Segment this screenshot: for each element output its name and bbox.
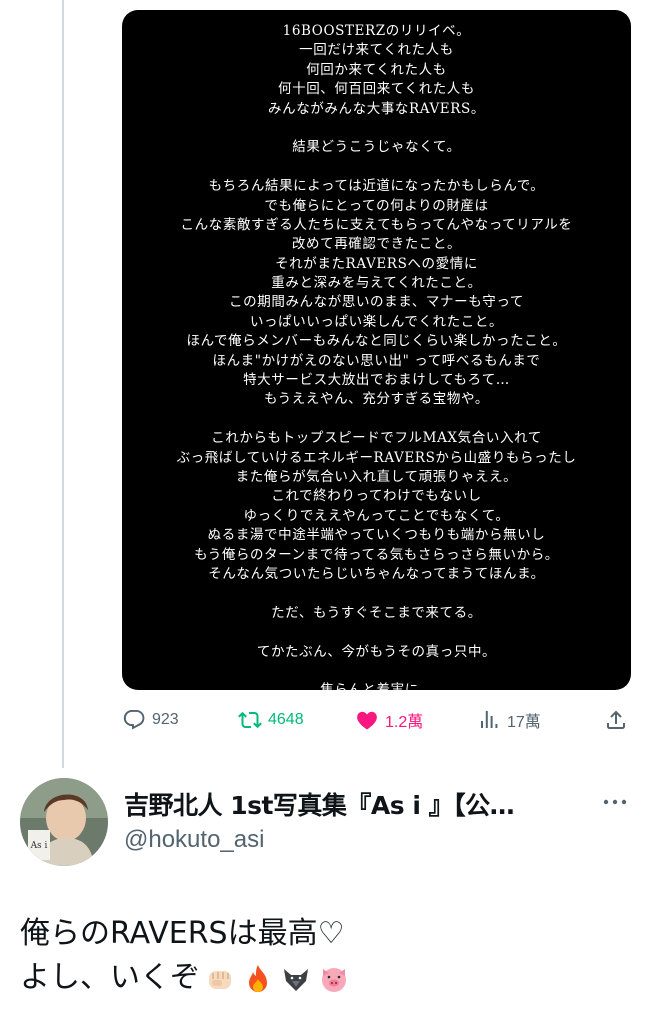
image-text-line: もう俺らのターンまで待ってる気もさらっさら無いから。 (194, 546, 559, 563)
image-text-line: 結果どうこうじゃなくて。 (292, 139, 461, 156)
reply-count: 923 (152, 711, 179, 728)
image-text-line: ほんま"かけがえのない思い出" って呼べるもんまで (212, 352, 541, 369)
retweet-button[interactable]: 4648 (238, 706, 304, 734)
image-text-line: でも俺らにとっての何よりの財産は (264, 197, 489, 214)
tweet-text: 俺らのRAVERSは最高♡ よし、いくぞ (20, 912, 630, 1000)
image-text-line: もちろん結果によっては近道になったかもしらんで。 (208, 178, 545, 195)
image-text-line: 何十回、何百回来てくれた人も (278, 81, 475, 98)
image-text-line: これからもトップスピードでフルMAX気合い入れて (211, 430, 542, 447)
user-handle[interactable]: @hokuto_asi (124, 826, 264, 854)
tweet-line-2-text: よし、いくぞ (20, 960, 200, 995)
image-text-line: この期間みんなが思いのまま、マナーも守って (229, 294, 524, 311)
emoji-row (204, 963, 350, 995)
image-text-line: 何回か来てくれた人も (306, 61, 447, 78)
image-text-line: てかたぶん、今がもうその真っ只中。 (256, 643, 497, 660)
like-button[interactable]: 1.2萬 (355, 706, 423, 734)
wolf-emoji (284, 968, 308, 991)
tweet-line-1: 俺らのRAVERSは最高♡ (20, 916, 345, 951)
image-text-line: ただ、もうすぐそこまで来てる。 (271, 604, 482, 621)
share-button[interactable] (604, 706, 628, 734)
like-count: 1.2萬 (385, 714, 424, 731)
image-text-gap (122, 623, 631, 642)
image-text-line: ぶっ飛ばしていけるエネルギーRAVERSから山盛りもらったし (176, 449, 577, 466)
image-text-gap (122, 119, 631, 138)
fire-emoji (249, 964, 267, 992)
image-text-line: いっぱいいっぱい楽しんでくれたこと。 (249, 313, 504, 330)
image-text: 16BOOSTERZのリリイベ。 一回だけ来てくれた人も 何回か来てくれた人も何十回… (122, 22, 631, 690)
image-text-gap (122, 410, 631, 429)
image-text-line: ほんで俺らメンバーもみんなと同じくらい楽しかったこと。 (186, 333, 567, 350)
retweet-count: 4648 (268, 711, 304, 728)
more-icon[interactable] (600, 790, 630, 814)
image-text-line: もうええやん、充分すぎる宝物や。 (263, 391, 490, 408)
image-text-line: 重みと深みを与えてくれたこと。 (271, 275, 482, 292)
image-text-line: 改めて再確認できたこと。 (291, 236, 462, 253)
avatar-photo: As i (20, 778, 108, 866)
pig-emoji (322, 967, 346, 992)
display-name[interactable]: 吉野北人 1st写真集『As i 』【公… (124, 786, 594, 822)
image-text-line: そんなん気ついたらじいちゃんなってまうてほんま。 (208, 565, 545, 582)
reply-button[interactable]: 923 (122, 706, 179, 734)
image-text-line: 特大サービス大放出でおまけしてもろて… (243, 372, 510, 389)
image-text-line: 一回だけ来てくれた人も (299, 42, 454, 59)
view-count: 17萬 (507, 714, 541, 731)
retweet-icon (238, 711, 262, 729)
avatar[interactable]: As i (20, 778, 108, 866)
views-icon (481, 711, 498, 728)
image-text-line: 焦らんと着実に。 (122, 681, 631, 690)
image-text-line: 16BOOSTERZのリリイベ。 (282, 23, 471, 39)
tweet-image[interactable]: 16BOOSTERZのリリイベ。 一回だけ来てくれた人も 何回か来てくれた人も何十回… (122, 10, 631, 690)
views-button[interactable]: 17萬 (477, 706, 541, 734)
image-text-gap (122, 584, 631, 603)
reply-icon (123, 710, 145, 730)
image-text-line: みんながみんな大事なRAVERS。 (268, 100, 485, 117)
image-text-line: ぬるま湯で中途半端やっていくつもりも端から無いし (207, 527, 546, 544)
image-text-line: ゆっくりでええやんってことでもなくて。 (243, 507, 510, 524)
image-text-line: これで終わりってわけでもないし (271, 488, 482, 505)
action-bar: 923 4648 1.2萬 17萬 (122, 706, 632, 734)
share-icon (607, 710, 625, 729)
image-text-line: こんな素敵すぎる人たちに支えてもらってんやなってリアルを (180, 216, 573, 233)
image-text-line: また俺らが気合い入れ直して頑張りゃええ。 (235, 468, 518, 485)
image-text-gap (122, 158, 631, 177)
avatar-text: As i (30, 841, 48, 851)
thread-line (62, 0, 64, 768)
image-text-gap (122, 662, 631, 681)
tweet-line-2: よし、いくぞ (20, 956, 630, 1000)
image-text-line: それがまたRAVERSへの愛情に (275, 255, 478, 272)
fist-emoji (209, 970, 231, 989)
heart-icon (357, 711, 377, 730)
